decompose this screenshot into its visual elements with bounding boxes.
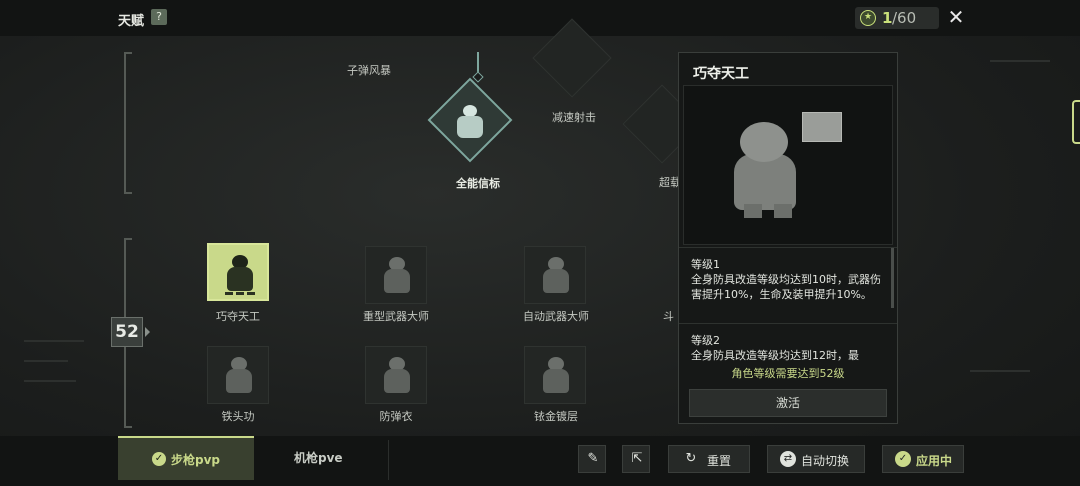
node-label-bulletproof-vest: 防弹衣 [379,410,413,423]
soldier-icon [455,105,485,139]
level-section-2: 等级2 全身防具改造等级均达到12时，最 [679,323,897,365]
node-heavy-weapon-master[interactable] [365,246,427,304]
edit-button[interactable]: ✎ [578,445,606,473]
vest-icon [380,355,414,397]
reset-icon: ↻ [685,451,697,466]
node-label-all-round-beacon: 全能信标 [456,177,500,190]
star-icon: ★ [860,10,876,26]
panel-scrollbar[interactable] [891,248,894,308]
node-label-partial: 斗 [663,310,674,323]
side-drawer-handle[interactable] [1072,100,1080,144]
tab-label: 步枪pvp [171,453,221,467]
deco-line [24,380,76,382]
node-iron-head[interactable] [207,346,269,404]
level-name: 等级1 [691,258,720,271]
level-marker: 52 [111,317,143,347]
talent-detail-panel: 巧夺天工 等级1 全身防具改造等级均达到10时，武器伤害提升10%，生命及装甲提… [678,52,898,424]
points-total: /60 [892,9,917,27]
page-title: 天赋 [118,14,145,29]
level-description: 全身防具改造等级均达到10时，武器伤害提升10%，生命及装甲提升10%。 [691,273,881,301]
activate-button[interactable]: 激活 [689,389,887,417]
heavy-soldier-icon [380,255,414,297]
tab-rifle-pvp[interactable]: ✓ 步枪pvp [118,436,254,480]
node-iridium-plating[interactable] [524,346,586,404]
node-label-iron-head: 铁头功 [221,410,255,423]
node-label-bullet-storm: 子弹风暴 [347,64,391,77]
apply-label: 应用中 [916,454,953,468]
talent-illustration [683,85,893,245]
level-name: 等级2 [691,334,720,347]
deco-line [24,360,68,362]
check-icon: ✓ [152,452,166,466]
tab-machinegun-pve[interactable]: 机枪pve [294,449,343,466]
node-label-slow-shot: 减速射击 [552,111,596,124]
level-arrow-icon [145,327,150,337]
level-dashes [225,292,255,295]
level-requirement: 角色等级需要达到52级 [731,367,845,380]
gunner-icon [539,255,573,297]
deco-line [990,60,1050,62]
tree-bracket-upper [124,52,132,194]
deco-line [24,340,84,342]
node-auto-weapon-master[interactable] [524,246,586,304]
plating-icon [539,355,573,397]
close-icon[interactable]: ✕ [946,6,966,28]
node-label-auto-weapon-master: 自动武器大师 [523,310,589,323]
tab-divider [388,440,389,480]
node-masterful-craft[interactable] [207,243,269,301]
node-label-heavy-weapon-master: 重型武器大师 [363,310,429,323]
auto-switch-button[interactable]: ⇄ 自动切换 [767,445,865,473]
level-description: 全身防具改造等级均达到12时，最 [691,349,859,362]
edit-icon: ✎ [587,451,599,466]
reset-label: 重置 [707,454,732,468]
points-current: 1 [882,9,893,27]
rocket-pack-icon [802,112,842,142]
bear-soldier-icon [223,253,257,295]
node-label-masterful-craft: 巧夺天工 [216,310,260,323]
node-label-iridium-plating: 铱金镀层 [534,410,578,423]
auto-switch-label: 自动切换 [801,454,850,468]
level-section-1: 等级1 全身防具改造等级均达到10时，武器伤害提升10%，生命及装甲提升10%。 [679,247,897,323]
iron-head-icon [222,355,256,397]
share-button[interactable]: ⇱ [622,445,650,473]
panel-title: 巧夺天工 [693,66,749,82]
switch-icon: ⇄ [780,451,796,467]
help-button[interactable]: ? [151,9,167,25]
check-icon: ✓ [895,451,911,467]
talent-points-counter: ★ 1 /60 [855,7,939,29]
apply-button[interactable]: ✓ 应用中 [882,445,964,473]
share-icon: ⇱ [631,451,643,466]
node-bulletproof-vest[interactable] [365,346,427,404]
reset-button[interactable]: ↻ 重置 [668,445,750,473]
deco-line [970,370,1030,372]
